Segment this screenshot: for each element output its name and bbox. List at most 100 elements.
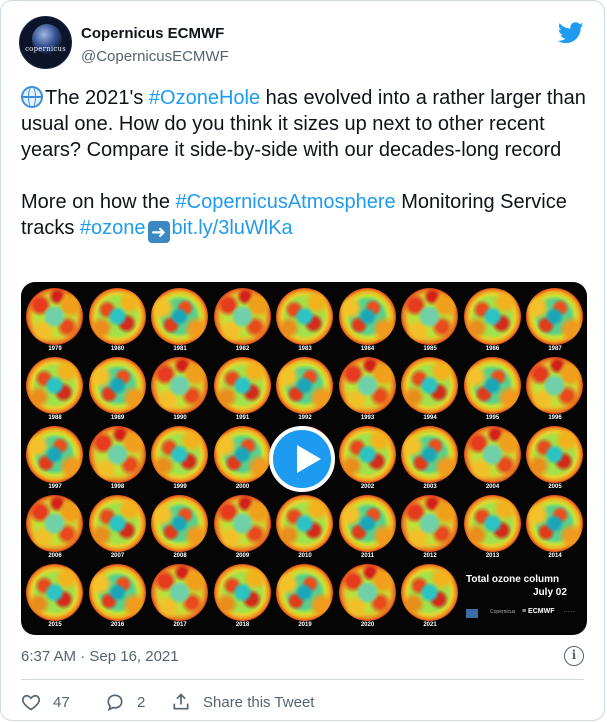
year-label: 2005 [548,484,562,490]
ozone-map [88,288,146,345]
year-label: 2006 [48,553,62,559]
ozone-disc-2009: 2009 [213,495,275,563]
ozone-disc-1994: 1994 [400,357,462,425]
year-label: 2010 [298,553,312,559]
ozone-disc-1984: 1984 [338,288,400,356]
year-label: 2008 [173,553,187,559]
ozone-map [338,357,396,414]
video-caption-title: Total ozone column [466,574,560,585]
year-label: 1982 [235,346,250,352]
year-label: 1994 [423,415,437,421]
hashtag-ozonehole[interactable]: #OzoneHole [149,87,260,109]
year-label: 2019 [298,622,312,628]
year-label: 1998 [110,484,125,490]
ozone-map [276,495,333,552]
ozone-map [526,288,583,345]
ozone-map [151,495,208,552]
ozone-disc-2014: 2014 [525,495,587,563]
hashtag-ozone[interactable]: #ozone [80,217,146,239]
year-label: 1987 [548,346,562,352]
year-label: 2007 [110,553,125,559]
ozone-map [213,564,271,621]
reply-count: 2 [137,693,146,711]
ozone-map [401,357,458,414]
ozone-map [401,426,458,483]
ozone-disc-2019: 2019 [275,564,337,632]
tweet-link[interactable]: bit.ly/3luWlKa [172,217,293,239]
ozone-disc-2013: 2013 [463,495,525,563]
ozone-disc-2006: 2006 [25,495,87,563]
partner-logo: ······· [564,609,576,615]
ozone-disc-2000: 2000 [213,426,275,494]
tweet-paragraph-2: More on how the #CopernicusAtmosphere Mo… [21,189,591,243]
ozone-map [151,426,208,483]
ozone-disc-1983: 1983 [275,288,337,356]
ozone-map [338,288,396,345]
ozone-disc-1979: 1979 [25,288,87,356]
share-label: Share this Tweet [203,693,315,711]
ozone-map [213,426,271,483]
ozone-disc-1996: 1996 [525,357,587,425]
video-logos: Copernicus ECMWF ······· [466,607,584,621]
year-label: 2017 [173,622,187,628]
info-icon[interactable]: i [564,646,584,666]
avatar-text: copernicus [25,45,66,53]
ozone-disc-2005: 2005 [525,426,587,494]
year-label: 2000 [235,484,250,490]
play-button[interactable] [269,426,335,492]
ozone-disc-1998: 1998 [88,426,150,494]
year-label: 1999 [173,484,187,490]
ozone-disc-2015: 2015 [25,564,87,632]
year-label: 1983 [298,346,312,352]
avatar[interactable]: copernicus [19,16,72,69]
share-button[interactable]: Share this Tweet [171,691,314,713]
year-label: 2004 [485,484,500,490]
ozone-disc-2018: 2018 [213,564,275,632]
copernicus-logo: Copernicus [490,609,516,615]
ozone-disc-1999: 1999 [150,426,212,494]
year-label: 1991 [235,415,250,421]
year-label: 1992 [298,415,312,421]
tweet-actions: 47 2 Share this Tweet [21,691,584,713]
ozone-map [276,564,333,621]
ozone-map [26,426,83,483]
cams-logo [466,609,478,618]
video-player[interactable]: 1979 1980 1981 1982 1983 1984 1985 1986 1987 1988… [21,282,587,635]
like-button[interactable]: 47 [21,691,70,713]
author-handle[interactable]: @CopernicusECMWF [81,48,229,65]
author-name[interactable]: Copernicus ECMWF [81,25,224,42]
ozone-map [338,564,396,621]
ozone-disc-1995: 1995 [463,357,525,425]
ozone-disc-2017: 2017 [150,564,212,632]
ozone-disc-2016: 2016 [88,564,150,632]
year-label: 1990 [173,415,187,421]
ozone-map [401,495,458,552]
ozone-map [26,495,83,552]
twitter-bird-icon[interactable] [558,22,584,44]
year-label: 1996 [548,415,562,421]
ozone-disc-1989: 1989 [88,357,150,425]
tweet-text-part: More on how the [21,191,176,213]
ozone-disc-2011: 2011 [338,495,400,563]
tweet-header: copernicus Copernicus ECMWF @CopernicusE… [19,16,586,72]
ozone-map [213,288,271,345]
ozone-disc-1987: 1987 [525,288,587,356]
ozone-disc-1997: 1997 [25,426,87,494]
ozone-disc-1985: 1985 [400,288,462,356]
ozone-disc-2002: 2002 [338,426,400,494]
ozone-disc-2007: 2007 [88,495,150,563]
ozone-disc-2021: 2021 [400,564,462,632]
like-count: 47 [53,693,70,711]
ozone-disc-1992: 1992 [275,357,337,425]
tweet-timestamp[interactable]: 6:37 AM · Sep 16, 2021 [21,648,179,665]
ozone-map [276,288,333,345]
hashtag-copernicus-atmosphere[interactable]: #CopernicusAtmosphere [176,191,396,213]
year-label: 1979 [48,346,62,352]
ozone-disc-2020: 2020 [338,564,400,632]
year-label: 2018 [235,622,250,628]
reply-button[interactable]: 2 [105,691,145,713]
ozone-disc-1991: 1991 [213,357,275,425]
tweet-paragraph-1: The 2021's #OzoneHole has evolved into a… [21,85,591,163]
ozone-map [26,357,83,414]
year-label: 1981 [173,346,187,352]
